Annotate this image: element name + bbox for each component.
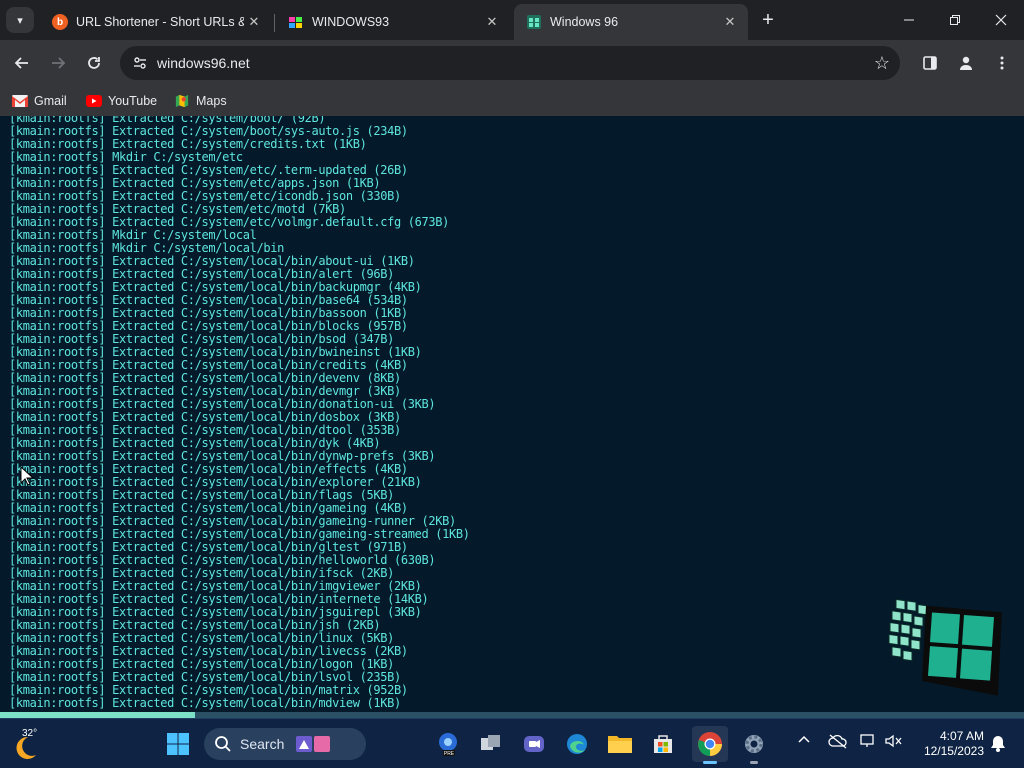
folder-icon [608, 736, 632, 753]
tab-title: Windows 96 [550, 15, 619, 29]
url-text[interactable]: windows96.net [157, 55, 250, 71]
more-vertical-icon [1000, 56, 1004, 70]
clock-date: 12/15/2023 [923, 744, 984, 758]
start-button[interactable] [160, 726, 196, 762]
close-window-button[interactable] [978, 0, 1024, 40]
bookmark-gmail[interactable]: Gmail [12, 92, 67, 110]
svg-text:PRE: PRE [444, 751, 455, 757]
address-bar[interactable]: windows96.net ☆ [120, 46, 900, 80]
clock-time: 4:07 AM [939, 729, 984, 743]
search-icon [215, 736, 231, 752]
tab-windows93[interactable]: WINDOWS93 ✕ [276, 4, 510, 40]
gear-icon [745, 735, 763, 753]
minimize-icon [904, 19, 914, 21]
onedrive-tray[interactable] [828, 733, 848, 752]
close-icon [995, 14, 1007, 26]
weather-temp: 32° [22, 728, 38, 739]
network-icon [860, 734, 874, 747]
taskbar-search[interactable]: Search [204, 728, 366, 760]
bell-icon [991, 736, 1005, 752]
taskbar-settings[interactable] [736, 726, 772, 764]
taskbar-file-explorer[interactable] [602, 726, 638, 762]
bitly-icon: b [52, 14, 68, 30]
browser-toolbar: windows96.net ☆ [0, 40, 1024, 86]
minimize-button[interactable] [886, 0, 932, 40]
side-panel-button[interactable] [916, 49, 944, 77]
restore-icon [950, 15, 960, 25]
windows-start-icon [167, 733, 189, 755]
weather-widget[interactable]: 32° [10, 727, 50, 763]
cloud-off-icon [828, 734, 847, 749]
reload-icon [88, 57, 100, 69]
copilot-icon: PRE [439, 733, 457, 757]
forward-button[interactable] [44, 49, 72, 77]
taskbar-store[interactable] [645, 726, 681, 762]
side-panel-icon [923, 56, 937, 70]
tab-strip: ▾ b URL Shortener - Short URLs & C ✕ WIN… [0, 0, 1024, 40]
taskbar-clock[interactable]: 4:07 AM 12/15/2023 [914, 729, 984, 759]
windows96-icon [526, 14, 542, 30]
arrow-right-icon [52, 57, 66, 69]
arrow-left-icon [14, 57, 28, 69]
taskbar-copilot-pre[interactable]: PRE [430, 726, 466, 762]
tab-search-button[interactable]: ▾ [6, 7, 34, 33]
close-icon[interactable]: ✕ [482, 12, 502, 32]
profile-icon [960, 56, 972, 70]
bookmark-label: YouTube [108, 94, 158, 108]
volume-muted-icon [885, 734, 902, 748]
notifications-button[interactable] [990, 735, 1006, 755]
tab-divider [274, 14, 275, 32]
close-icon[interactable]: ✕ [244, 12, 264, 32]
taskbar-meet[interactable] [516, 726, 552, 762]
chevron-down-icon: ▾ [17, 14, 23, 27]
boot-log: [kmain:rootfs] Extracted C:/system/boot/… [9, 116, 1009, 710]
site-info-icon[interactable] [132, 55, 148, 71]
search-label: Search [240, 736, 285, 752]
store-icon [654, 735, 672, 753]
bookmarks-bar: Gmail YouTube Maps [0, 86, 1024, 116]
new-tab-button[interactable]: + [756, 8, 780, 32]
gmail-icon [12, 95, 28, 107]
taskbar-chrome[interactable] [692, 726, 728, 764]
bookmark-label: Maps [196, 94, 227, 108]
bookmark-youtube[interactable]: YouTube [86, 92, 157, 110]
tab-url-shortener[interactable]: b URL Shortener - Short URLs & C ✕ [40, 4, 272, 40]
back-button[interactable] [8, 49, 36, 77]
youtube-icon [86, 95, 102, 107]
bookmark-maps[interactable]: Maps [174, 92, 227, 110]
meet-icon [524, 736, 544, 752]
bookmark-label: Gmail [34, 94, 67, 108]
mouse-cursor-icon [20, 466, 34, 486]
taskbar: 32° Search PRE 4:07 AM 12/15/2023 [0, 718, 1024, 768]
plus-icon: + [762, 8, 774, 31]
taskbar-edge[interactable] [559, 726, 595, 762]
bookmark-star-icon[interactable]: ☆ [874, 53, 890, 74]
edge-icon [567, 734, 587, 754]
taskbar-task-view[interactable] [473, 726, 509, 762]
reload-button[interactable] [80, 49, 108, 77]
chevron-up-icon [798, 735, 810, 743]
page-content[interactable]: [kmain:rootfs] Extracted C:/system/boot/… [0, 116, 1024, 712]
windows93-icon [288, 14, 304, 30]
network-tray[interactable] [860, 733, 880, 752]
show-hidden-icons-button[interactable] [797, 733, 811, 750]
chrome-icon [698, 732, 722, 756]
maps-icon [175, 94, 189, 108]
windows96-logo [888, 598, 1002, 696]
restore-button[interactable] [932, 0, 978, 40]
volume-tray[interactable] [884, 733, 904, 752]
search-highlight-icon [296, 736, 331, 752]
task-view-icon [481, 735, 500, 750]
tab-title: WINDOWS93 [312, 15, 390, 29]
log-line: [kmain:rootfs] Extracted C:/system/local… [9, 696, 401, 710]
close-icon[interactable]: ✕ [720, 12, 740, 32]
tab-title: URL Shortener - Short URLs & C [76, 15, 244, 29]
profile-button[interactable] [952, 49, 980, 77]
tab-windows96[interactable]: Windows 96 ✕ [514, 4, 748, 40]
menu-button[interactable] [988, 49, 1016, 77]
